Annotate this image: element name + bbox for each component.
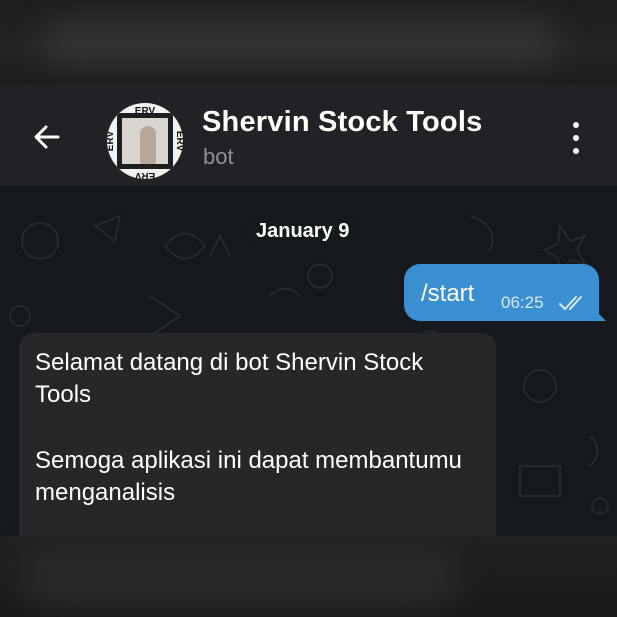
incoming-message[interactable]: Selamat datang di bot Shervin Stock Tool… — [19, 333, 496, 536]
avatar[interactable]: ERV ERV ERV ERV — [107, 103, 183, 179]
date-separator: January 9 — [246, 218, 360, 245]
message-text: /start — [421, 280, 475, 307]
chat-subtitle: bot — [203, 144, 234, 169]
arrow-left-icon — [34, 125, 60, 149]
blurred-content — [40, 18, 560, 66]
message-paragraph: Selamat datang di bot Shervin Stock Tool… — [35, 349, 424, 408]
avatar-ring-text: ERV ERV ERV ERV — [107, 106, 183, 179]
double-check-icon — [559, 296, 582, 310]
blurred-content — [20, 550, 460, 606]
outgoing-message[interactable]: /start 06:25 — [404, 264, 606, 321]
chat-header: ERV ERV ERV ERV Shervin Stock Tools bot — [0, 84, 617, 186]
blurred-bottom-area — [0, 536, 617, 617]
svg-text:ERV: ERV — [107, 130, 116, 151]
back-button[interactable] — [26, 116, 68, 158]
chat-title[interactable]: Shervin Stock Tools — [202, 106, 482, 139]
more-vertical-icon — [573, 122, 579, 128]
more-options-button[interactable] — [560, 120, 592, 156]
chat-area[interactable]: January 9 /start 06:25 Selamat datang di… — [0, 186, 617, 536]
svg-text:ERV: ERV — [134, 170, 155, 179]
svg-text:ERV: ERV — [135, 106, 156, 117]
svg-text:ERV: ERV — [174, 131, 183, 152]
message-time: 06:25 — [501, 293, 544, 312]
message-paragraph: Semoga aplikasi ini dapat membantumu men… — [35, 447, 462, 506]
blurred-status-area — [0, 0, 617, 84]
